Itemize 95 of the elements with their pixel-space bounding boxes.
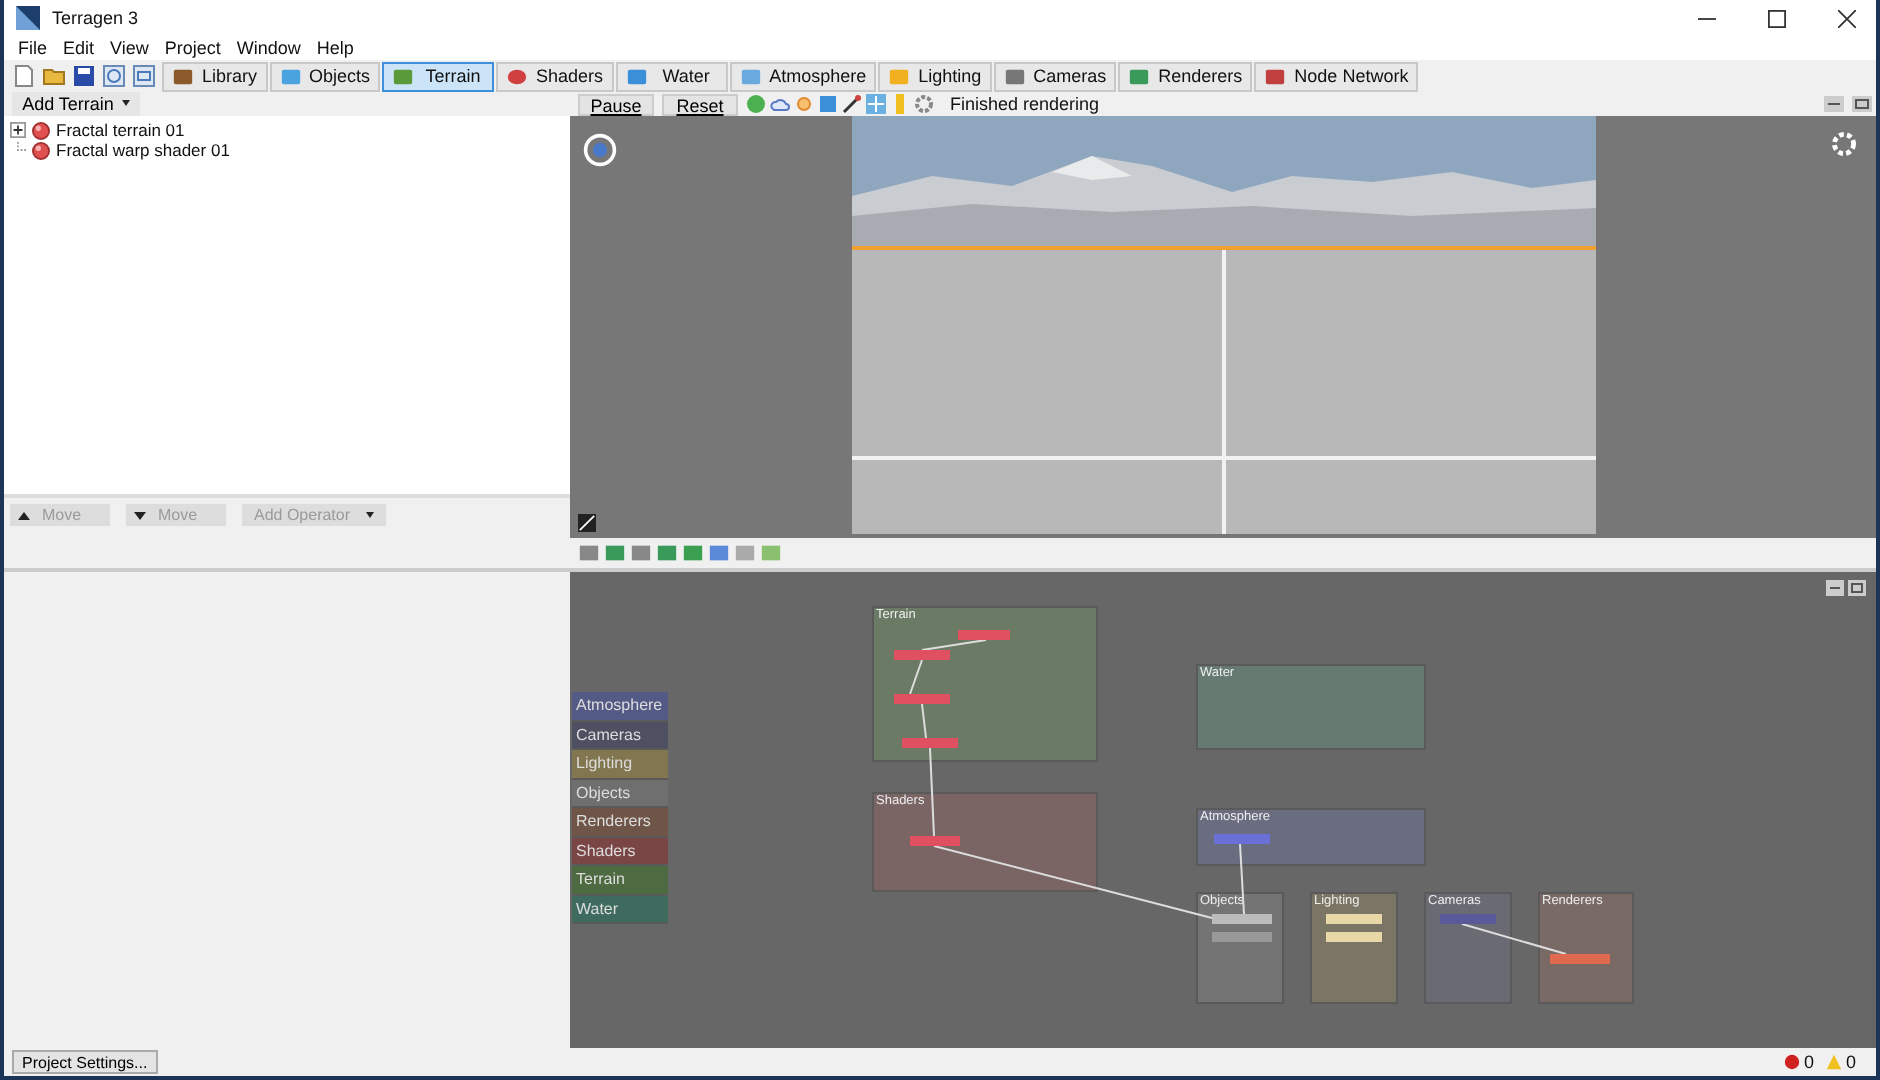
- save-icon[interactable]: [72, 64, 96, 88]
- tab-icon: [1128, 65, 1151, 87]
- tab[interactable]: Cameras: [993, 61, 1117, 91]
- app-logo-icon: [16, 6, 40, 30]
- tab[interactable]: Atmosphere: [729, 61, 877, 91]
- project-settings-button[interactable]: Project Settings...: [12, 1050, 158, 1074]
- tree-item[interactable]: Fractal warp shader 01: [56, 140, 230, 160]
- navigation-icon[interactable]: [582, 132, 618, 168]
- cloud-icon[interactable]: [770, 94, 790, 114]
- viewport-tool-icon[interactable]: [604, 542, 626, 564]
- folder-icon[interactable]: [42, 64, 66, 88]
- tab-icon: [625, 65, 648, 87]
- tab[interactable]: Objects: [269, 61, 381, 91]
- tab[interactable]: Node Network: [1254, 61, 1419, 91]
- tab[interactable]: Library: [162, 61, 268, 91]
- viewport-tool-icon[interactable]: [630, 542, 652, 564]
- menu-item[interactable]: Project: [158, 38, 231, 58]
- render-control-button[interactable]: Reset: [662, 93, 738, 115]
- node-block[interactable]: [1212, 914, 1272, 924]
- tab[interactable]: Water: [615, 61, 728, 91]
- warning-count: 0: [1845, 1052, 1856, 1072]
- node-ball-icon: [32, 121, 50, 139]
- viewport-tool-icon[interactable]: [734, 542, 756, 564]
- expand-icon[interactable]: [10, 122, 26, 138]
- dropdown-arrow-icon: [121, 100, 130, 108]
- node-block[interactable]: [1212, 932, 1272, 942]
- menu-item[interactable]: Edit: [57, 38, 105, 58]
- warning-icon: [1825, 1054, 1842, 1070]
- node-block[interactable]: [1550, 954, 1610, 964]
- up-arrow-icon: [18, 509, 30, 521]
- legend-item[interactable]: Renderers: [572, 808, 668, 837]
- legend-item[interactable]: Terrain: [572, 866, 668, 895]
- node-block[interactable]: [894, 694, 950, 704]
- dropdown-arrow-icon: [366, 511, 375, 519]
- panel-toggle-icon[interactable]: [1824, 96, 1844, 112]
- wire-line: [929, 747, 935, 837]
- tab-icon: [172, 65, 194, 87]
- tab-icon: [392, 65, 415, 87]
- error-icon: [1783, 1054, 1800, 1070]
- viewport-tool-icon[interactable]: [578, 542, 600, 564]
- tab-icon: [888, 65, 911, 87]
- error-count: 0: [1803, 1052, 1814, 1072]
- viewport-tool-icon[interactable]: [760, 542, 782, 564]
- tree-item[interactable]: Fractal terrain 01: [56, 120, 185, 140]
- wire-line: [909, 659, 923, 695]
- panel-toggle-icon[interactable]: [1826, 580, 1866, 596]
- menu-item[interactable]: View: [104, 38, 159, 58]
- tab[interactable]: Renderers: [1118, 61, 1253, 91]
- maximize-icon[interactable]: [1768, 9, 1786, 27]
- sphere-icon[interactable]: [746, 94, 766, 114]
- legend-item[interactable]: Shaders: [572, 837, 668, 866]
- menu-item[interactable]: File: [12, 38, 58, 58]
- tab-icon: [1264, 65, 1287, 87]
- wire-line: [1461, 923, 1567, 955]
- node-block[interactable]: [1440, 914, 1496, 924]
- brush-icon[interactable]: [842, 94, 862, 114]
- tab[interactable]: Terrain: [382, 61, 495, 91]
- menu-item[interactable]: Window: [230, 38, 311, 58]
- node-block[interactable]: [910, 836, 960, 846]
- viewport-tool-icon[interactable]: [708, 542, 730, 564]
- panel-toggle-icon[interactable]: [1852, 96, 1872, 112]
- render-control-button[interactable]: Pause: [578, 93, 654, 115]
- new-file-icon[interactable]: [12, 64, 36, 88]
- node-block[interactable]: [1214, 834, 1270, 844]
- close-icon[interactable]: [1838, 9, 1856, 27]
- menu-item[interactable]: Help: [310, 38, 364, 58]
- node-block[interactable]: [1326, 932, 1382, 942]
- add-terrain-button[interactable]: Add Terrain: [12, 92, 140, 116]
- tab-icon: [279, 65, 302, 87]
- tab-icon: [739, 65, 762, 87]
- wire-line: [921, 703, 927, 739]
- legend-item[interactable]: Water: [572, 895, 668, 924]
- viewport-tool-icon[interactable]: [656, 542, 678, 564]
- node-block[interactable]: [1326, 914, 1382, 924]
- node-ball-icon: [32, 141, 50, 159]
- viewport-tool-icon[interactable]: [682, 542, 704, 564]
- node-block[interactable]: [902, 738, 958, 748]
- settings-icon[interactable]: [1828, 128, 1860, 160]
- legend-item[interactable]: Atmosphere: [572, 692, 668, 721]
- down-arrow-icon: [134, 509, 146, 521]
- wire-line: [921, 639, 987, 651]
- node-block[interactable]: [958, 630, 1010, 640]
- render-status: Finished rendering: [950, 94, 1100, 114]
- sun-icon[interactable]: [794, 94, 814, 114]
- window-icon[interactable]: [132, 64, 156, 88]
- tab-icon: [1003, 65, 1026, 87]
- node-block[interactable]: [894, 650, 950, 660]
- tab[interactable]: Lighting: [878, 61, 992, 91]
- legend-item[interactable]: Objects: [572, 779, 668, 808]
- window-title: Terragen 3: [52, 8, 139, 28]
- tab-icon: [506, 65, 529, 87]
- gear-icon[interactable]: [914, 94, 934, 114]
- legend-item[interactable]: Cameras: [572, 721, 668, 750]
- wire-line: [1239, 843, 1245, 915]
- tab[interactable]: Shaders: [496, 61, 614, 91]
